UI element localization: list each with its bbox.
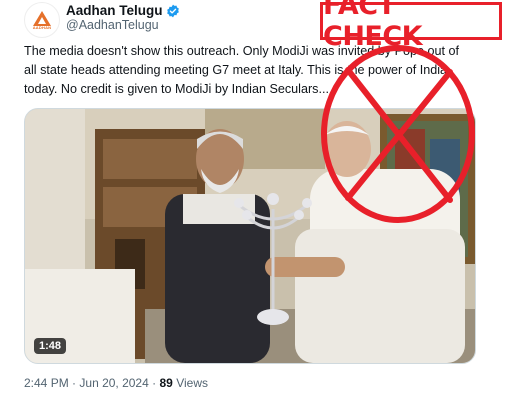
author-handle[interactable]: @AadhanTelugu xyxy=(66,18,159,32)
views-count[interactable]: 89 xyxy=(159,376,172,390)
aadhan-logo-icon xyxy=(33,10,51,26)
views-label: Views xyxy=(176,376,208,390)
meta-separator: · xyxy=(72,376,77,390)
author-name-row: Aadhan Telugu xyxy=(66,3,180,18)
prohibition-sign-icon xyxy=(321,45,475,223)
tweet-time[interactable]: 2:44 PM xyxy=(24,376,69,390)
avatar[interactable]: AADHAN xyxy=(24,2,60,38)
fact-check-banner: FACT CHECK xyxy=(320,0,502,52)
video-duration: 1:48 xyxy=(34,338,67,354)
author-name[interactable]: Aadhan Telugu xyxy=(66,3,163,18)
meta-separator-2: · xyxy=(152,376,157,390)
tweet-meta: 2:44 PM · Jun 20, 2024 · 89 Views xyxy=(24,376,208,390)
verified-badge-icon xyxy=(166,4,180,18)
tweet-date[interactable]: Jun 20, 2024 xyxy=(79,376,148,390)
avatar-brand-text: AADHAN xyxy=(32,24,52,30)
